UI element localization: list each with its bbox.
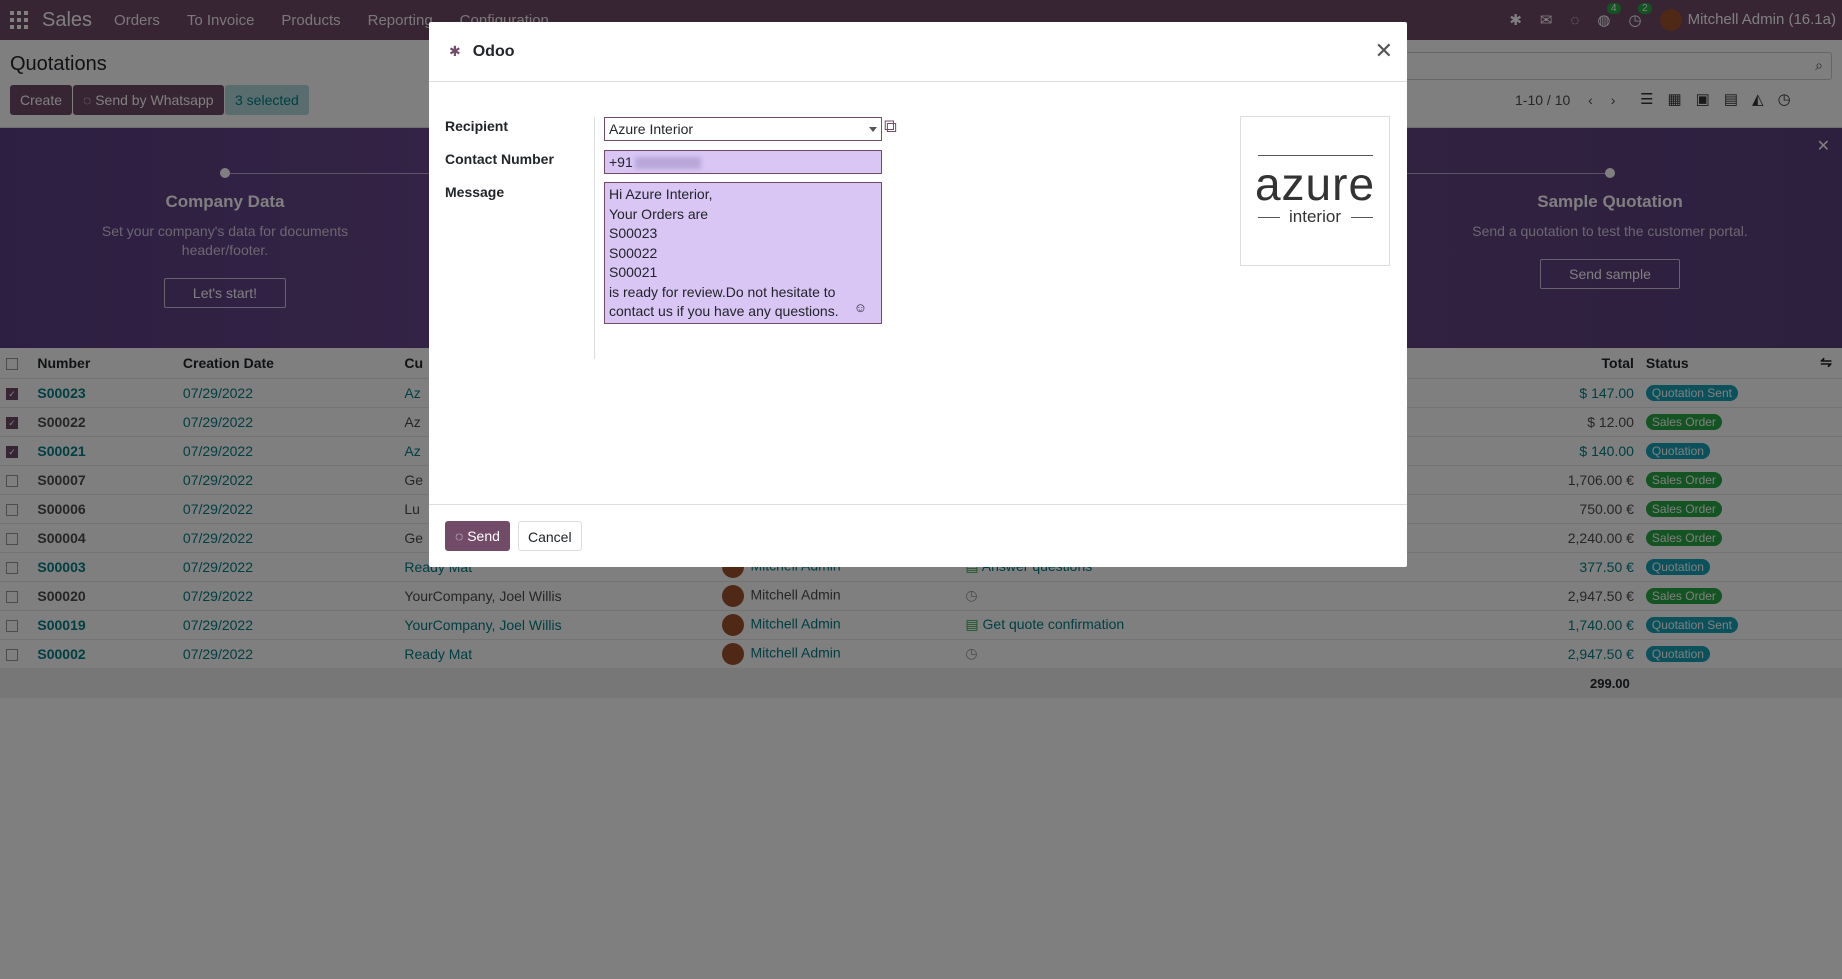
cancel-button[interactable]: Cancel [518,521,582,551]
contact-prefix: +91 [609,154,633,170]
close-icon[interactable]: ✕ [1375,38,1393,64]
emoji-icon[interactable]: ☺ [854,298,867,318]
caret-down-icon[interactable] [869,127,877,132]
send-label: Send [467,528,500,544]
logo-sub-text: interior [1289,207,1341,226]
message-textarea[interactable]: Hi Azure Interior, Your Orders are S0002… [604,182,882,324]
dialog-header: ✱ Odoo ✕ [429,22,1407,82]
send-button[interactable]: ◌ Send [445,521,510,551]
message-label: Message [445,184,505,200]
message-line: S00022 [609,244,658,261]
message-line: S00023 [609,225,658,241]
message-line: Hi Azure Interior, [609,186,713,202]
recipient-value: Azure Interior [609,121,694,137]
logo-main-text: azure [1254,158,1376,210]
message-line: S00021 [609,264,658,280]
external-link-icon[interactable]: ⧉ [884,116,897,137]
contact-number-label: Contact Number [445,151,554,167]
whatsapp-icon: ◌ [455,528,464,544]
message-line: is ready for review.Do not hesitate to c… [609,283,839,320]
field-separator [594,117,595,359]
recipient-select[interactable]: Azure Interior [604,117,882,141]
dialog-footer: ◌ Send Cancel [429,504,1407,567]
message-line: Your Orders are [609,205,709,222]
recipient-label: Recipient [445,118,509,134]
dialog-title: Odoo [472,42,515,60]
logo-rule [1258,155,1373,156]
bug-icon: ✱ [449,43,461,59]
partner-logo: azure interior [1240,116,1390,266]
redacted-number [634,157,701,170]
whatsapp-send-dialog: ✱ Odoo ✕ Recipient Contact Number Messag… [429,22,1407,567]
contact-number-input[interactable]: +91 [604,150,882,174]
